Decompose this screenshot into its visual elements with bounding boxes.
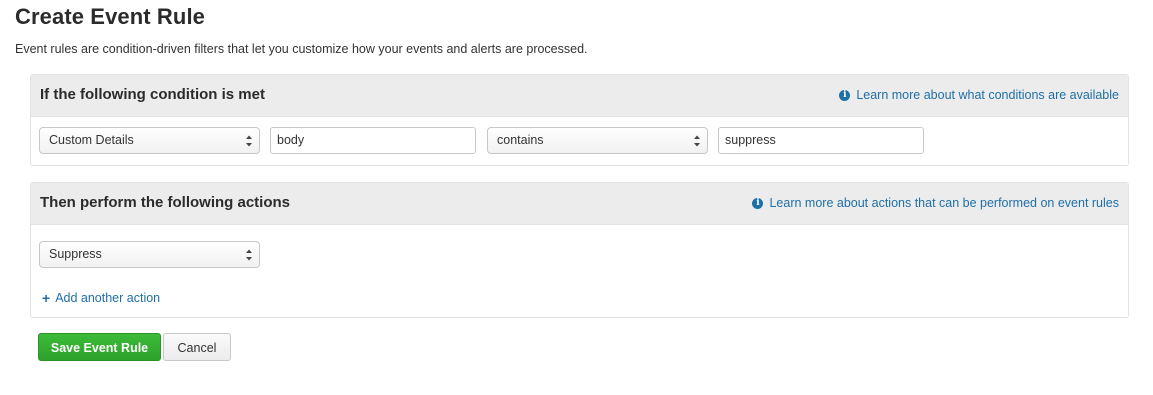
select-arrows-icon bbox=[246, 249, 252, 261]
actions-panel-title: Then perform the following actions bbox=[40, 194, 291, 211]
condition-field-select[interactable]: Custom Details bbox=[39, 127, 260, 154]
condition-value-input-value: suppress bbox=[725, 133, 776, 147]
add-another-action-label: Add another action bbox=[55, 291, 161, 305]
info-icon: i bbox=[752, 197, 764, 209]
plus-icon: + bbox=[42, 290, 51, 306]
condition-panel-header: If the following condition is met i Lear… bbox=[31, 75, 1128, 117]
cancel-button[interactable]: Cancel bbox=[163, 333, 231, 361]
condition-value-input[interactable]: suppress bbox=[718, 127, 924, 154]
condition-operator-select-value: contains bbox=[497, 133, 544, 147]
actions-help-link[interactable]: i Learn more about actions that can be p… bbox=[752, 196, 1119, 210]
action-select-value: Suppress bbox=[49, 247, 102, 261]
actions-help-link-label: Learn more about actions that can be per… bbox=[769, 196, 1119, 210]
add-another-action-link[interactable]: + Add another action bbox=[42, 291, 160, 305]
condition-operator-select[interactable]: contains bbox=[487, 127, 708, 154]
save-event-rule-button[interactable]: Save Event Rule bbox=[38, 333, 161, 361]
select-arrows-icon bbox=[246, 135, 252, 147]
condition-field-select-value: Custom Details bbox=[49, 133, 134, 147]
condition-field-input[interactable]: body bbox=[270, 127, 476, 154]
info-icon: i bbox=[839, 89, 851, 101]
page-title: Create Event Rule bbox=[15, 4, 205, 29]
page-description: Event rules are condition-driven filters… bbox=[15, 42, 588, 56]
condition-field-input-value: body bbox=[277, 133, 305, 147]
action-select[interactable]: Suppress bbox=[39, 241, 260, 268]
actions-panel-header: Then perform the following actions i Lea… bbox=[31, 183, 1128, 225]
conditions-help-link-label: Learn more about what conditions are ava… bbox=[856, 88, 1119, 102]
condition-panel-title: If the following condition is met bbox=[40, 86, 265, 103]
select-arrows-icon bbox=[694, 135, 700, 147]
actions-panel: Then perform the following actions i Lea… bbox=[30, 182, 1129, 318]
conditions-help-link[interactable]: i Learn more about what conditions are a… bbox=[839, 88, 1119, 102]
condition-panel: If the following condition is met i Lear… bbox=[30, 74, 1129, 166]
